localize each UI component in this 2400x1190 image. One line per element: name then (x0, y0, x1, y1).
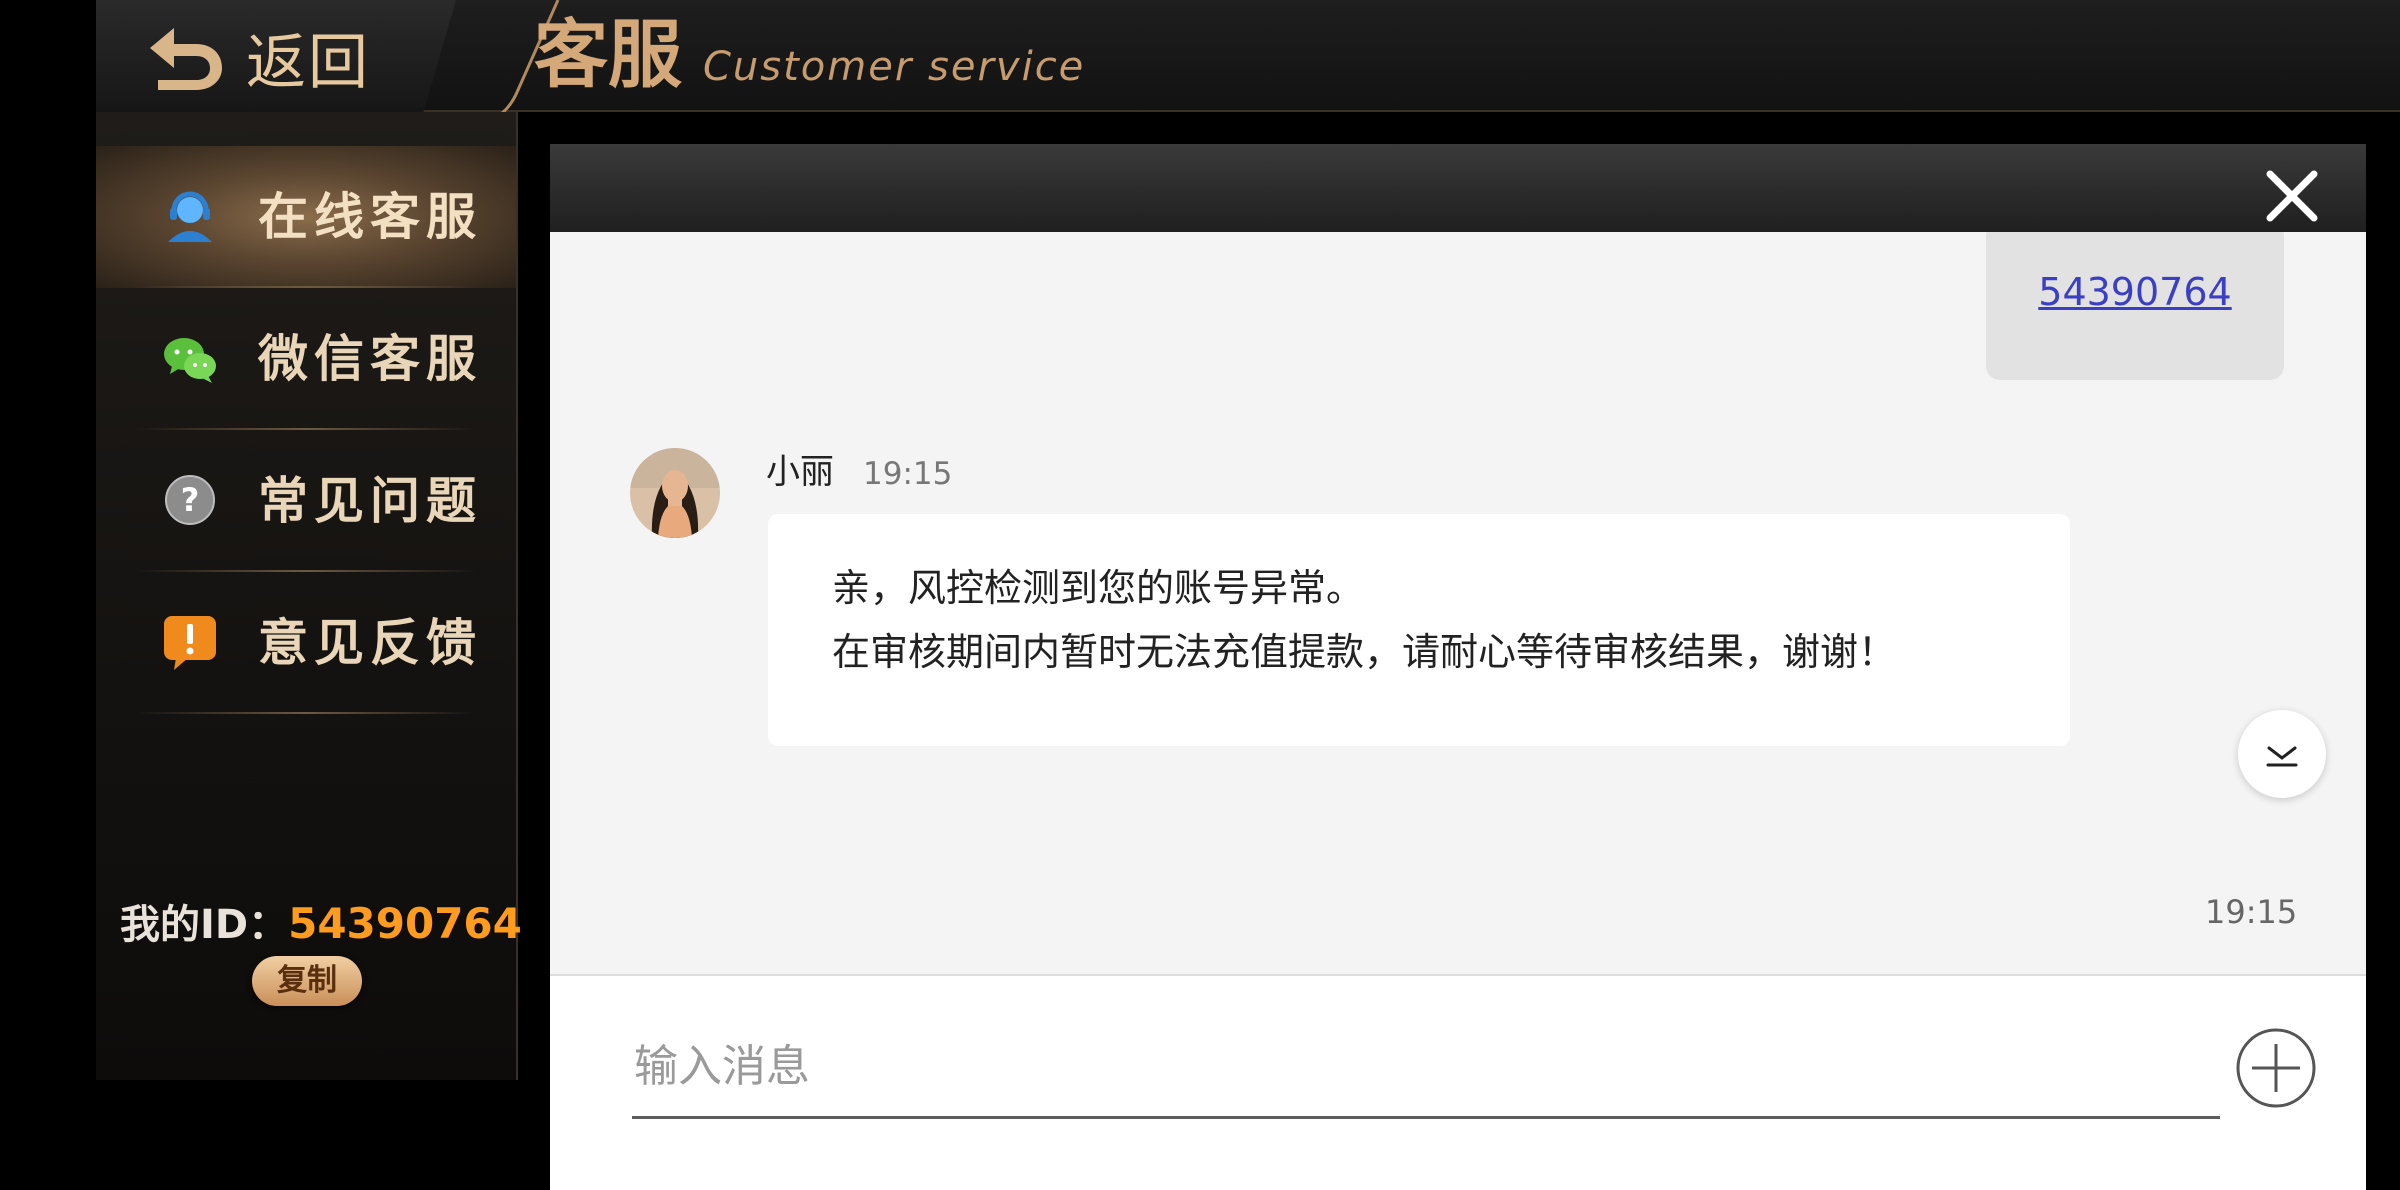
sidebar-item-faq[interactable]: ? 常见问题 (96, 430, 516, 572)
scroll-to-bottom-button[interactable] (2238, 710, 2326, 798)
chevron-down-icon (2266, 746, 2298, 767)
copy-id-button[interactable]: 复制 (252, 956, 362, 1006)
exclamation-bubble-icon (164, 616, 216, 670)
message-text-line: 在审核期间内暂时无法充值提款，请耐心等待审核结果，谢谢！ (832, 630, 1897, 674)
chat-topbar (550, 144, 2366, 232)
message-composer (550, 974, 2366, 1190)
sidebar: 在线客服 微信客服 ? 常见问题 意见反馈 我的ID：54390764 复制 (96, 112, 522, 1080)
headset-agent-icon (168, 191, 212, 242)
sidebar-item-label: 在线客服 (258, 188, 482, 246)
sidebar-item-label: 意见反馈 (258, 614, 482, 672)
my-id-value: 54390764 (288, 899, 522, 948)
sent-message-link[interactable]: 54390764 (1986, 270, 2284, 314)
message-timestamp: 19:15 (863, 456, 953, 492)
agent-message-bubble: 亲，风控检测到您的账号异常。 在审核期间内暂时无法充值提款，请耐心等待审核结果，… (768, 514, 2070, 746)
sidebar-item-label: 微信客服 (258, 330, 482, 388)
question-mark-icon: ? (165, 475, 215, 525)
sidebar-item-online-service[interactable]: 在线客服 (96, 146, 516, 288)
app-root: 返回 客服 Customer service 在线客服 微信客服 ? 常见问题 … (0, 0, 2400, 1190)
sidebar-item-wechat-service[interactable]: 微信客服 (96, 288, 516, 430)
wechat-icon (164, 338, 216, 383)
back-arrow-icon (150, 28, 222, 90)
avatar-photo-icon (630, 448, 720, 538)
agent-name: 小丽 (766, 452, 834, 492)
back-label: 返回 (246, 28, 370, 98)
svg-text:?: ? (181, 481, 200, 519)
page-subtitle: Customer service (703, 44, 1086, 90)
message-list[interactable]: 54390764 小丽 19:15 亲，风控检测到您的账号异常。 在审核期间内暂… (550, 232, 2366, 974)
plus-circle-icon[interactable] (2234, 1026, 2318, 1110)
message-text-line: 亲，风控检测到您的账号异常。 (832, 566, 1365, 610)
close-icon[interactable] (2262, 166, 2322, 226)
message-input[interactable] (632, 1016, 2220, 1119)
page-title: 客服 (534, 12, 682, 98)
message-timestamp: 19:15 (2205, 893, 2298, 931)
divider (136, 712, 476, 714)
sidebar-item-label: 常见问题 (258, 472, 482, 530)
sent-message-bubble: 54390764 (1986, 232, 2284, 380)
top-header: 返回 客服 Customer service (96, 0, 2400, 126)
my-id: 我的ID：54390764 (120, 894, 522, 954)
my-id-label: 我的ID： (120, 902, 289, 948)
sidebar-item-feedback[interactable]: 意见反馈 (96, 572, 516, 714)
chat-panel: 54390764 小丽 19:15 亲，风控检测到您的账号异常。 在审核期间内暂… (550, 144, 2366, 1190)
agent-avatar (630, 448, 720, 538)
